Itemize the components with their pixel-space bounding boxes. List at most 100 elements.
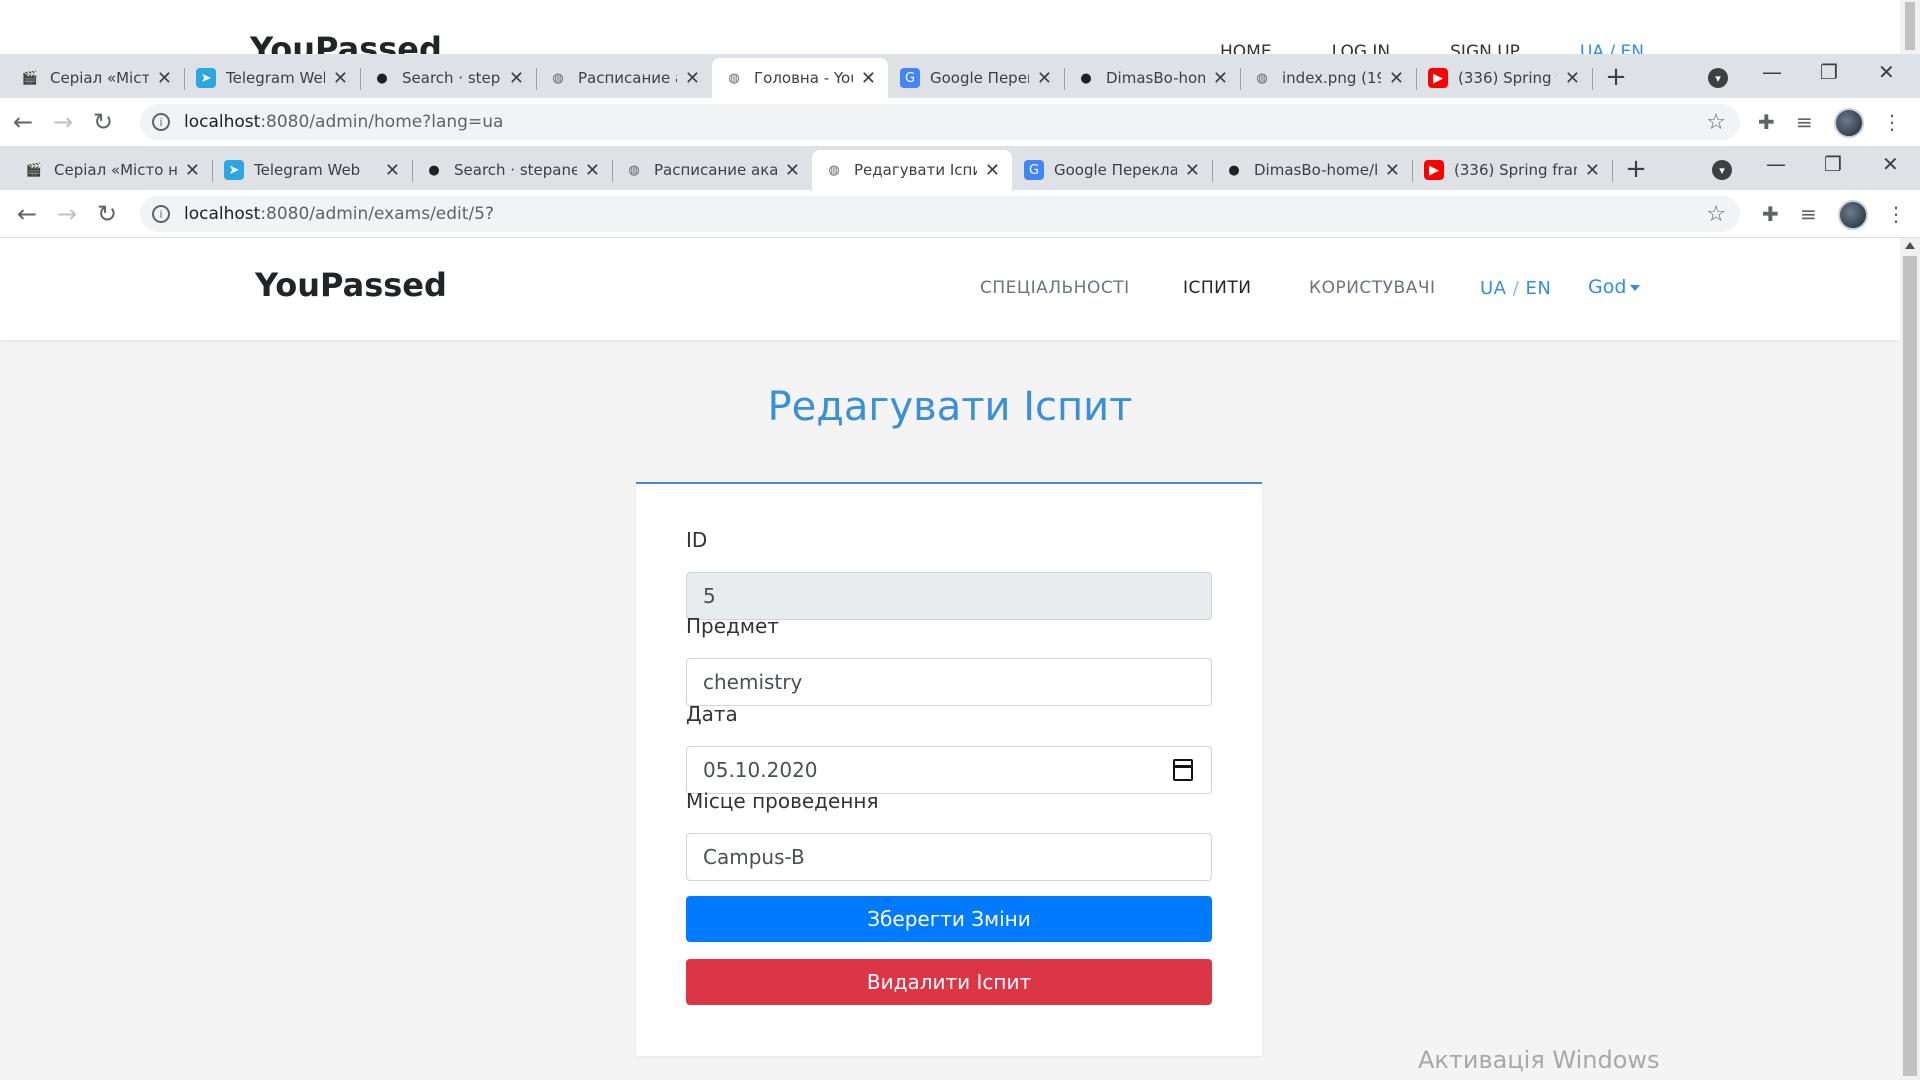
tab-6[interactable]: ● DimasBo-hom ✕	[1064, 58, 1240, 98]
tab-1[interactable]: ➤ Telegram Web ✕	[184, 58, 360, 98]
close-tab-icon[interactable]: ✕	[1389, 68, 1404, 89]
window-close-icon[interactable]: ✕	[1878, 60, 1895, 84]
background-nav-home[interactable]: HOME	[1220, 42, 1272, 54]
close-tab-icon[interactable]: ✕	[861, 68, 876, 89]
tab-4[interactable]: ◍ Головна - You ✕	[712, 58, 888, 98]
scrollbar-thumb[interactable]	[1905, 2, 1915, 50]
close-tab-icon[interactable]: ✕	[1585, 160, 1600, 181]
new-tab-plus-icon[interactable]: +	[1620, 154, 1652, 184]
browser2-tabstrip: 🎬 Серіал «Місто на ✕ ➤ Telegram Web ✕ ● Search …	[0, 146, 1920, 190]
background-nav-signup[interactable]: SIGN UP	[1450, 42, 1520, 54]
tab-title: Search · stepar	[402, 69, 501, 87]
background-site-header: YouPassed HOME LOG IN SIGN UP UA / EN	[0, 0, 1920, 54]
close-tab-icon[interactable]: ✕	[685, 68, 700, 89]
address-bar[interactable]: i localhost:8080/admin/exams/edit/5? ☆	[140, 196, 1740, 232]
close-tab-icon[interactable]: ✕	[985, 160, 1000, 181]
close-tab-icon[interactable]: ✕	[1037, 68, 1052, 89]
tab-2[interactable]: ● Search · stepar ✕	[360, 58, 536, 98]
tab-2[interactable]: ● Search · stepanet ✕	[412, 150, 612, 190]
minimize-icon[interactable]: —	[1762, 60, 1782, 84]
tab-separator	[1592, 68, 1593, 90]
menu-kebab-icon[interactable]: ⋮	[1882, 110, 1902, 134]
close-tab-icon[interactable]: ✕	[157, 68, 172, 89]
forward-icon[interactable]: →	[52, 200, 82, 228]
new-tab-plus-icon[interactable]: +	[1600, 62, 1632, 92]
close-tab-icon[interactable]: ✕	[1565, 68, 1580, 89]
close-tab-icon[interactable]: ✕	[1213, 68, 1228, 89]
tab-8[interactable]: ▶ (336) Spring fr ✕	[1416, 58, 1592, 98]
close-tab-icon[interactable]: ✕	[1185, 160, 1200, 181]
tab-5[interactable]: G Google Переклад ✕	[1012, 150, 1212, 190]
reload-icon[interactable]: ↻	[88, 108, 118, 136]
tab-search-icon[interactable]: ▾	[1708, 68, 1728, 88]
tab-7[interactable]: ◍ index.png (192 ✕	[1240, 58, 1416, 98]
close-tab-icon[interactable]: ✕	[385, 160, 400, 181]
nav-exams[interactable]: ІСПИТИ	[1183, 278, 1252, 298]
calendar-icon[interactable]	[1173, 759, 1193, 781]
github-icon: ●	[1080, 70, 1092, 86]
close-tab-icon[interactable]: ✕	[185, 160, 200, 181]
scroll-up-arrow-icon[interactable]	[1905, 242, 1915, 249]
tab-6[interactable]: ● DimasBo-home/k ✕	[1212, 150, 1412, 190]
date-input[interactable]: 05.10.2020	[686, 746, 1212, 794]
tab-7[interactable]: ▶ (336) Spring fram ✕	[1412, 150, 1612, 190]
telegram-icon: ➤	[224, 160, 244, 180]
close-tab-icon[interactable]: ✕	[785, 160, 800, 181]
globe-icon: ◍	[628, 162, 640, 178]
extensions-icon[interactable]: ✚	[1762, 202, 1779, 226]
address-bar[interactable]: i localhost:8080/admin/home?lang=ua ☆	[140, 104, 1740, 140]
back-icon[interactable]: ←	[8, 108, 38, 136]
tab-3[interactable]: ◍ Расписание ак ✕	[536, 58, 712, 98]
url-path: :8080/admin/home?lang=ua	[260, 112, 504, 132]
close-tab-icon[interactable]: ✕	[585, 160, 600, 181]
background-scrollbar[interactable]	[1900, 0, 1920, 54]
page-scrollbar[interactable]	[1900, 238, 1920, 1080]
close-tab-icon[interactable]: ✕	[333, 68, 348, 89]
tab-0[interactable]: 🎬 Серіал «Місто ✕	[8, 58, 184, 98]
place-input[interactable]: Campus-B	[686, 833, 1212, 881]
bookmark-star-icon[interactable]: ☆	[1706, 202, 1726, 227]
profile-avatar[interactable]	[1834, 108, 1864, 138]
scrollbar-thumb[interactable]	[1903, 256, 1917, 1076]
tab-title: Серіал «Місто	[50, 69, 149, 87]
lang-en-link[interactable]: EN	[1526, 278, 1552, 299]
page-content: YouPassed СПЕЦІАЛЬНОСТІ ІСПИТИ КОРИСТУВА…	[0, 238, 1900, 1080]
window-close-icon[interactable]: ✕	[1882, 152, 1899, 176]
tab-search-icon[interactable]: ▾	[1712, 160, 1732, 180]
site-info-icon[interactable]: i	[152, 205, 170, 223]
nav-users[interactable]: КОРИСТУВАЧІ	[1309, 278, 1436, 298]
browser1-toolbar: ← → ↻ i localhost:8080/admin/home?lang=u…	[0, 98, 1920, 146]
tab-5[interactable]: G Google Перек ✕	[888, 58, 1064, 98]
close-tab-icon[interactable]: ✕	[509, 68, 524, 89]
minimize-icon[interactable]: —	[1766, 152, 1786, 176]
tab-3[interactable]: ◍ Расписание акад ✕	[612, 150, 812, 190]
extensions-icon[interactable]: ✚	[1758, 110, 1775, 134]
tab-1[interactable]: ➤ Telegram Web ✕	[212, 150, 412, 190]
subject-input[interactable]: chemistry	[686, 658, 1212, 706]
site-brand[interactable]: YouPassed	[255, 266, 447, 304]
nav-specialties[interactable]: СПЕЦІАЛЬНОСТІ	[980, 278, 1130, 298]
bookmark-star-icon[interactable]: ☆	[1706, 110, 1726, 135]
media-control-icon[interactable]: ≡	[1800, 202, 1817, 226]
delete-exam-button[interactable]: Видалити Іспит	[686, 959, 1212, 1005]
tab-title: DimasBo-hom	[1106, 69, 1205, 87]
site-info-icon[interactable]: i	[152, 113, 170, 131]
restore-icon[interactable]: ❐	[1824, 152, 1842, 176]
back-icon[interactable]: ←	[12, 200, 42, 228]
profile-avatar[interactable]	[1838, 200, 1868, 230]
tab-4[interactable]: ◍ Редагувати Іспит ✕	[812, 150, 1012, 190]
media-control-icon[interactable]: ≡	[1796, 110, 1813, 134]
menu-kebab-icon[interactable]: ⋮	[1886, 202, 1906, 226]
reload-icon[interactable]: ↻	[92, 200, 122, 228]
url-host: localhost	[184, 204, 261, 224]
background-lang-switch[interactable]: UA / EN	[1580, 42, 1644, 54]
user-dropdown[interactable]: God	[1588, 276, 1641, 298]
background-brand: YouPassed	[250, 30, 442, 54]
tab-0[interactable]: 🎬 Серіал «Місто на ✕	[12, 150, 212, 190]
lang-ua-link[interactable]: UA	[1480, 278, 1507, 299]
forward-icon[interactable]: →	[48, 108, 78, 136]
restore-icon[interactable]: ❐	[1820, 60, 1838, 84]
save-changes-button[interactable]: Зберегти Зміни	[686, 896, 1212, 942]
close-tab-icon[interactable]: ✕	[1385, 160, 1400, 181]
background-nav-login[interactable]: LOG IN	[1332, 42, 1391, 54]
